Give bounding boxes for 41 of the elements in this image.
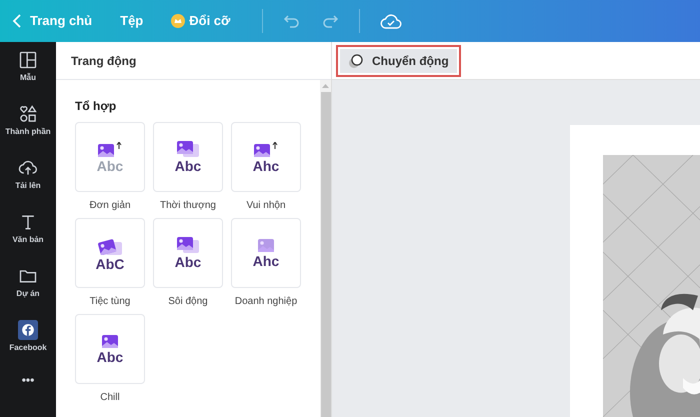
sidebar-item[interactable]: Tải lên	[15, 158, 41, 190]
image-icon	[102, 334, 118, 348]
image-icon	[177, 141, 199, 157]
cloud-check-icon[interactable]	[380, 13, 402, 29]
sample-text: Abc	[174, 255, 202, 269]
sidebar-item[interactable]: Dự án	[16, 266, 40, 298]
sidebar-item[interactable]: Mẫu	[18, 50, 38, 82]
crown-icon	[171, 14, 186, 28]
undo-icon[interactable]	[283, 13, 302, 29]
facebook-icon	[18, 320, 38, 340]
sample-text: Abc	[174, 159, 202, 173]
scrollbar[interactable]	[320, 80, 331, 417]
animation-preset[interactable]: Ahc Vui nhộn	[231, 122, 301, 213]
animation-preset[interactable]: Abc Đơn giản	[75, 122, 145, 213]
animate-button[interactable]: Chuyển động	[340, 48, 457, 72]
image-icon	[258, 238, 274, 252]
animation-icon	[348, 52, 364, 68]
animation-preset[interactable]: Abc Thời thượng	[153, 122, 223, 213]
section-title: Tổ hợp	[75, 98, 118, 115]
shapes-icon	[18, 104, 38, 124]
sample-text: Abc	[96, 158, 124, 172]
scroll-up-icon[interactable]	[322, 84, 329, 88]
image-icon	[254, 142, 278, 156]
sample-text: Ahc	[252, 254, 280, 268]
image-icon	[98, 142, 122, 156]
sample-text: Ahc	[252, 158, 280, 172]
animation-preset[interactable]: Ahc Doanh nghiệp	[231, 218, 301, 309]
redo-icon[interactable]	[321, 13, 340, 29]
animation-preset[interactable]: Abc Sôi động	[153, 218, 223, 309]
sidebar-item[interactable]: •••	[22, 374, 34, 386]
layout-icon	[18, 50, 38, 70]
animation-preset[interactable]: AbC Tiệc tùng	[75, 218, 145, 309]
sample-text: Abc	[96, 350, 124, 364]
sidebar-item[interactable]: Facebook	[9, 320, 47, 352]
image-icon	[177, 237, 199, 253]
animation-preset[interactable]: Abc Chill	[75, 314, 145, 405]
sidebar-item[interactable]: Thành phần	[5, 104, 51, 136]
chevron-left-icon	[12, 14, 22, 28]
panel-title: Trang động	[71, 52, 136, 70]
sample-text: AbC	[96, 256, 124, 270]
sidebar-item[interactable]: Văn bản	[12, 212, 44, 244]
